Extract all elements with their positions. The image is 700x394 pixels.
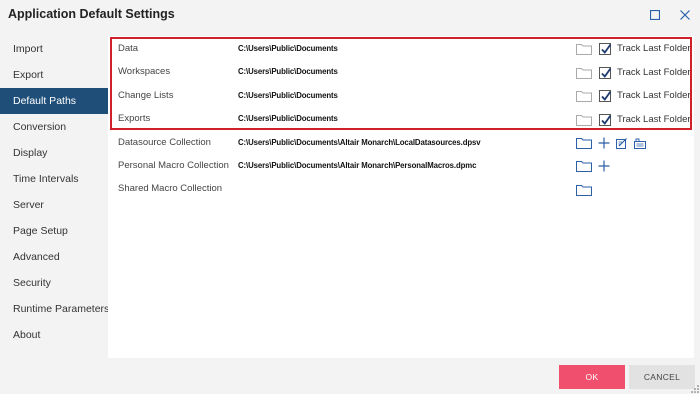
path-value[interactable]: C:\Users\Public\Documents\Altair Monarch… — [238, 138, 481, 147]
path-value[interactable]: C:\Users\Public\Documents — [238, 44, 338, 53]
sidebar-item-time-intervals[interactable]: Time Intervals — [0, 166, 108, 192]
path-value[interactable]: C:\Users\Public\Documents — [238, 67, 338, 76]
ok-button[interactable]: OK — [559, 365, 625, 389]
folder-icon[interactable] — [576, 90, 592, 102]
path-row-change-lists: Change Lists C:\Users\Public\Documents T… — [108, 85, 694, 108]
folder-icon[interactable] — [576, 137, 592, 149]
plus-icon[interactable] — [598, 160, 610, 172]
path-label: Shared Macro Collection — [118, 183, 223, 194]
track-last-folder-label: Track Last Folder — [617, 43, 691, 54]
track-last-folder-checkbox[interactable] — [599, 90, 612, 102]
sidebar-item-export[interactable]: Export — [0, 62, 108, 88]
track-last-folder-checkbox[interactable] — [599, 43, 612, 55]
maximize-icon — [650, 10, 660, 20]
folder-icon[interactable] — [576, 114, 592, 126]
path-row-shared-macro-collection: Shared Macro Collection — [108, 178, 694, 201]
sidebar-item-conversion[interactable]: Conversion — [0, 114, 108, 140]
path-label: Personal Macro Collection — [118, 160, 229, 171]
sidebar-item-display[interactable]: Display — [0, 140, 108, 166]
folder-icon[interactable] — [576, 43, 592, 55]
sidebar-item-import[interactable]: Import — [0, 36, 108, 62]
cancel-button[interactable]: CANCEL — [629, 365, 695, 389]
checkmark-icon — [601, 67, 612, 78]
checkmark-icon — [601, 114, 612, 125]
path-row-personal-macro-collection: Personal Macro Collection C:\Users\Publi… — [108, 155, 694, 178]
close-button[interactable] — [676, 6, 694, 24]
settings-sidebar: Import Export Default Paths Conversion D… — [0, 36, 109, 348]
path-value[interactable]: C:\Users\Public\Documents — [238, 91, 338, 100]
path-row-workspaces: Workspaces C:\Users\Public\Documents Tra… — [108, 61, 694, 84]
path-row-datasource-collection: Datasource Collection C:\Users\Public\Do… — [108, 132, 694, 155]
title-bar: Application Default Settings — [0, 0, 700, 30]
window-title: Application Default Settings — [8, 7, 175, 21]
track-last-folder-checkbox[interactable] — [599, 67, 612, 79]
edit-datasource-icon[interactable] — [616, 137, 628, 149]
sidebar-item-server[interactable]: Server — [0, 192, 108, 218]
resize-grip-icon[interactable] — [690, 384, 700, 394]
path-label: Change Lists — [118, 90, 174, 101]
folder-icon[interactable] — [576, 160, 592, 172]
path-label: Workspaces — [118, 66, 171, 77]
sidebar-item-about[interactable]: About — [0, 322, 108, 348]
plus-icon[interactable] — [598, 137, 610, 149]
path-row-data: Data C:\Users\Public\Documents Track Las… — [108, 38, 694, 61]
path-row-exports: Exports C:\Users\Public\Documents Track … — [108, 108, 694, 131]
sidebar-item-advanced[interactable]: Advanced — [0, 244, 108, 270]
checkmark-icon — [601, 90, 612, 101]
checkmark-icon — [601, 43, 612, 54]
close-icon — [680, 10, 690, 20]
path-value[interactable]: C:\Users\Public\Documents\Altair Monarch… — [238, 161, 476, 170]
track-last-folder-label: Track Last Folder — [617, 114, 691, 125]
maximize-button[interactable] — [646, 6, 664, 24]
track-last-folder-label: Track Last Folder — [617, 67, 691, 78]
folder-icon[interactable] — [576, 67, 592, 79]
path-value[interactable]: C:\Users\Public\Documents — [238, 114, 338, 123]
manage-datasource-icon[interactable] — [634, 137, 646, 149]
sidebar-item-default-paths[interactable]: Default Paths — [0, 88, 108, 114]
sidebar-item-runtime-parameters[interactable]: Runtime Parameters — [0, 296, 109, 322]
track-last-folder-checkbox[interactable] — [599, 114, 612, 126]
folder-icon[interactable] — [576, 184, 592, 196]
path-label: Exports — [118, 113, 151, 124]
path-label: Data — [118, 43, 139, 54]
sidebar-item-security[interactable]: Security — [0, 270, 108, 296]
path-label: Datasource Collection — [118, 137, 211, 148]
sidebar-item-page-setup[interactable]: Page Setup — [0, 218, 108, 244]
track-last-folder-label: Track Last Folder — [617, 90, 691, 101]
